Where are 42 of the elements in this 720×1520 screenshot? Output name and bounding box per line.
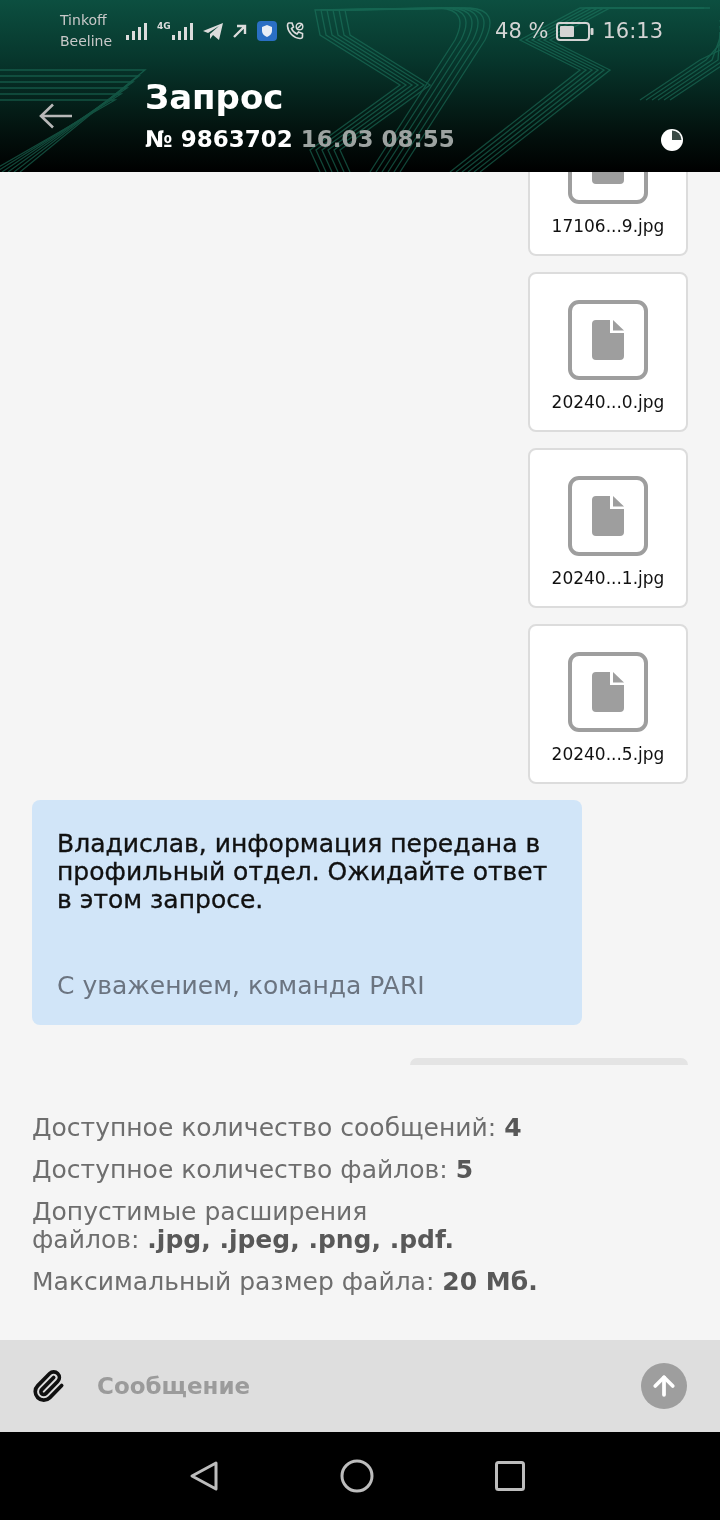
battery-percent: 48 % [495,18,549,44]
file-name: 20240...1.jpg [551,567,665,589]
paper-plane-icon [202,22,223,40]
limit-info: Доступное количество файлов: 5 [32,1156,475,1184]
triangle-icon [189,1460,219,1492]
limit-info: Максимальный размер файла: 20 Мб. [32,1268,539,1296]
file-attachment[interactable]: 20240...1.jpg [528,448,688,608]
file-icon [568,300,648,380]
file-name: 17106...9.jpg [551,215,665,237]
file-attachment[interactable]: 20240...5.jpg [528,624,688,784]
file-attachment[interactable]: 20240...0.jpg [528,272,688,432]
shield-icon [256,21,277,41]
composer-bar[interactable]: Сообщение [0,1340,720,1432]
clock-time: 16:13 [602,18,663,44]
file-name: 20240...0.jpg [551,391,665,413]
attach-button[interactable] [30,1368,66,1404]
request-number: № 9863702 [145,125,293,154]
signal-icon [126,22,149,40]
pie-status-icon [661,129,683,151]
file-name: 20240...5.jpg [551,743,665,765]
circle-icon [340,1459,374,1493]
file-icon [568,652,648,732]
request-date: 16.03 08:55 [300,125,455,154]
arrow-icon [231,23,248,39]
message-input[interactable]: Сообщение [97,1364,621,1408]
limit-info: Доступное количество сообщений: 4 [32,1114,523,1142]
carrier-name: Beeline [60,32,113,51]
signal-icon [171,22,194,40]
phone-icon [285,22,304,40]
battery-icon [556,21,595,41]
message-signature: С уважением, команда PARI [57,972,426,1000]
message-text: Владислав, информация передана в профильный отдел. Ожидайте ответ в этом запросе. [57,830,549,914]
paperclip-icon [31,1369,65,1403]
file-icon [568,476,648,556]
square-icon [495,1461,525,1491]
carrier-name: Tinkoff [60,11,108,30]
page-title: Запрос [145,77,285,117]
file-attachment[interactable]: 17106...9.jpg [528,172,688,256]
back-arrow-icon [39,103,73,129]
send-button[interactable] [641,1363,687,1409]
network-type-label: 4G [157,20,171,31]
limit-info: Допустимые расширения файлов: .jpg, .jpeg, .png, .pdf. [32,1198,455,1254]
